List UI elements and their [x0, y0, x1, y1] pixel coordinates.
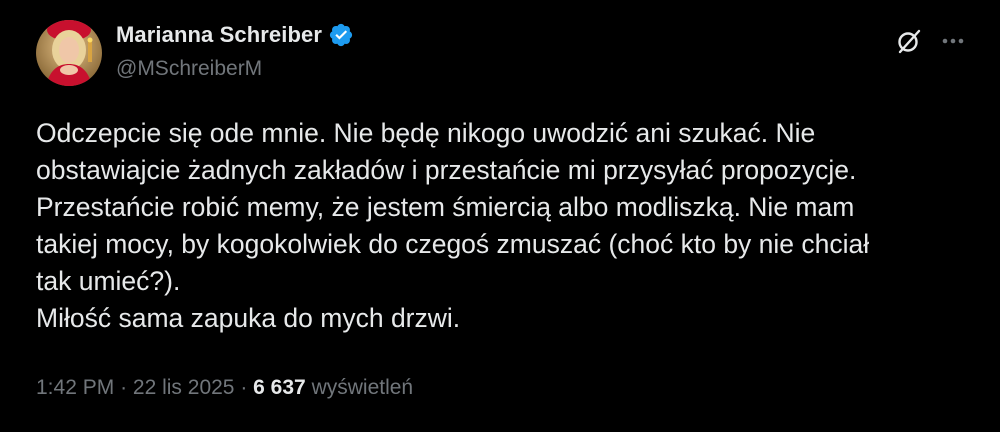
- tweet-text-line: tak umieć?).: [36, 266, 181, 296]
- author-name-row: Marianna Schreiber: [116, 22, 354, 48]
- meta-separator: ·: [120, 376, 128, 399]
- avatar-image: [36, 20, 102, 86]
- tweet-card: Marianna Schreiber @MSchreiberM Odczepci…: [0, 0, 1000, 432]
- tweet-text-line: Miłość sama zapuka do mych drzwi.: [36, 303, 461, 333]
- tweet-text: Odczepcie się ode mnie. Nie będę nikogo …: [36, 115, 976, 337]
- tweet-time[interactable]: 1:42 PM: [36, 376, 114, 399]
- verified-badge-icon: [328, 22, 354, 48]
- avatar[interactable]: [36, 20, 102, 86]
- grok-icon[interactable]: [894, 26, 924, 56]
- tweet-text-line: obstawiajcie żadnych zakładów i przestań…: [36, 155, 857, 185]
- tweet-text-line: Odczepcie się ode mnie. Nie będę nikogo …: [36, 118, 816, 148]
- tweet-text-line: Przestańcie robić memy, że jestem śmierc…: [36, 192, 855, 222]
- tweet-date[interactable]: 22 lis 2025: [133, 376, 235, 399]
- author-display-name[interactable]: Marianna Schreiber: [116, 22, 322, 48]
- author-handle[interactable]: @MSchreiberM: [116, 57, 262, 81]
- views-count[interactable]: 6 637: [253, 376, 306, 399]
- meta-separator: ·: [240, 376, 248, 399]
- more-icon[interactable]: [938, 26, 968, 56]
- tweet-meta: 1:42 PM · 22 lis 2025 · 6 637 wyświetleń: [36, 376, 413, 400]
- tweet-text-line: takiej mocy, by kogokolwiek do czegoś zm…: [36, 229, 870, 259]
- views-label: wyświetleń: [311, 376, 414, 399]
